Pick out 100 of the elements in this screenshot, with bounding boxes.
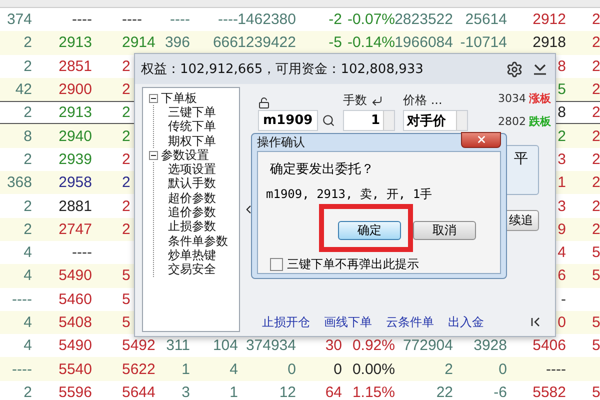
table-cell-text: 2 [121,104,130,122]
link[interactable]: 云条件单 [386,314,434,330]
table-cell-text: 5 [591,384,600,400]
table-cell-text: 2900 [58,81,93,98]
price-field[interactable]: 对手价 [403,110,468,131]
table-cell-text: 5 [591,267,600,284]
table-cell-text: 5408 [58,314,93,331]
table-cell-text: 1239422 [238,34,297,52]
first-page-icon[interactable] [531,317,541,327]
table-cell-text: 6 [558,267,567,284]
table-cell-text: 5406 [532,337,567,354]
table-cell-text: 2 [591,150,600,168]
table-cell-text: 2 [591,220,600,238]
checkbox-label: 三键下单不再弹出此提示 [287,256,419,273]
table-cell-text: 2 [121,174,130,192]
table-cell-text: 2913 [58,104,93,122]
table-cell-text: 12 [279,384,297,400]
table-cell-text: 4 [230,360,239,378]
table-cell-text: 2747 [58,220,93,238]
table-cell-text: 5644 [121,384,156,400]
table-cell-text: 772904 [402,337,454,354]
dialog-title: 操作确认 [257,134,305,151]
tree-item[interactable]: 交易安全 [168,261,216,278]
price-label: 价格 ... [403,92,444,109]
table-cell-text: 3 [558,198,567,215]
table-cell-text: 5622 [121,360,156,378]
table-cell-text: 4 [24,337,33,354]
table-cell-text: 2914 [121,34,156,52]
table-cell-text: 2 [24,58,33,75]
table-cell-text: 0.00% [352,360,396,378]
table-cell-text: ---- [12,290,33,308]
table-cell-text: 2913 [58,34,93,52]
close-icon[interactable] [476,134,486,145]
quantity-label: 手数 [343,92,367,109]
table-cell-text: 2 [121,128,130,145]
table-cell-text: 2940 [58,128,93,145]
table-cell-text: -6 [494,384,508,400]
confirm-message: 确定要发出委托？ [270,161,375,178]
tree-item[interactable]: 传统下单 [168,118,216,136]
table-cell-text: 374 [6,11,33,28]
table-cell-text: 8 [24,128,33,145]
table-cell-text: 396 [164,34,191,52]
collapse-icon[interactable] [149,94,158,103]
table-cell-text: 8 [558,104,567,122]
table-cell-text: 9 [558,220,567,238]
table-cell-text: 2 [444,360,454,378]
table-cell-text: 5490 [58,267,93,284]
table-cell-text: -10714 [460,34,508,52]
table-cell-text: 2 [121,198,130,215]
link[interactable]: 出入金 [448,314,484,330]
table-cell-text: -0.07% [347,11,395,28]
cancel-button[interactable]: 取消 [413,221,476,240]
table-cell-text: 2958 [58,174,93,192]
table-cell-text: 0.92% [352,337,396,354]
table-cell-text: 2 [24,104,33,122]
search-icon[interactable] [322,114,335,127]
table-cell-text: 2 [591,81,600,98]
table-cell-text: ---- [218,11,238,28]
table-cell-text: 2823522 [394,11,454,28]
table-cell-text: 4 [24,267,33,284]
close-button[interactable] [461,132,501,148]
table-cell-text: 374934 [246,337,297,354]
table-cell-text: 368 [6,174,33,192]
table-cell-text: 5 [121,290,130,308]
table-cell-text: 0 [334,360,343,378]
table-cell-text: 5 [591,314,600,331]
collapse-icon[interactable] [149,150,158,160]
table-cell-text: 0 [558,314,567,331]
table-cell-text: 5 [121,314,130,331]
table-cell-text: 2918 [532,34,567,52]
table-cell-text: 5582 [532,384,567,400]
table-cell-text: 2 [591,128,600,145]
table-cell-text: 3 [182,384,191,400]
table-cell-text: 1 [182,360,191,378]
table-cell-text: ---- [170,11,191,28]
table-cell-text: 2 [121,220,130,238]
link[interactable]: 止损开仓 [262,314,310,330]
table-cell-text: 2912 [532,11,567,28]
table-cell-text: 5596 [58,384,93,400]
confirm-button[interactable]: 确定 [338,221,401,240]
table-cell-text: 4 [24,314,33,331]
table-cell-text: 30 [325,337,343,354]
checkbox[interactable] [270,258,283,271]
minimize-icon[interactable] [533,63,547,75]
quantity-field[interactable]: 1 [343,110,395,131]
table-cell-text: 2 [24,150,33,168]
limit-price: 3034 [498,92,526,105]
link[interactable]: 画线下单 [324,314,372,330]
table-cell-text: 5 [558,81,567,98]
table-cell-text: 2881 [58,198,93,215]
table-cell-text: ---- [12,360,33,378]
table-cell-text: 2 [24,198,33,215]
table-cell-text: 2 [121,58,130,75]
tree-item[interactable]: 超价参数 [168,190,216,207]
table-cell-text: 1.15% [352,384,396,400]
symbol-field[interactable]: m1909 [258,110,318,131]
settings-icon[interactable] [506,60,523,78]
return-icon[interactable] [371,94,383,106]
table-cell-text: ---- [72,11,93,28]
table-cell-text: 2 [24,220,33,238]
